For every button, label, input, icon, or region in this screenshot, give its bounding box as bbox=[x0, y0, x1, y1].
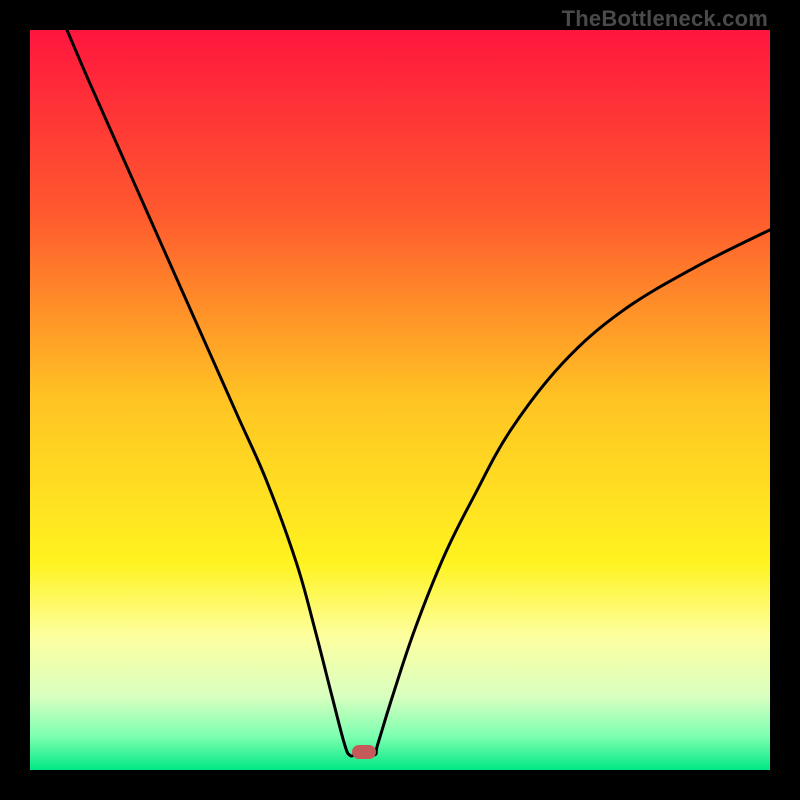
bottleneck-curve-path bbox=[67, 30, 770, 756]
chart-frame: TheBottleneck.com bbox=[0, 0, 800, 800]
gradient-background bbox=[30, 30, 770, 770]
optimum-marker bbox=[352, 745, 376, 759]
watermark-text: TheBottleneck.com bbox=[562, 6, 768, 32]
bottleneck-svg bbox=[30, 30, 770, 770]
plot-area bbox=[30, 30, 770, 770]
